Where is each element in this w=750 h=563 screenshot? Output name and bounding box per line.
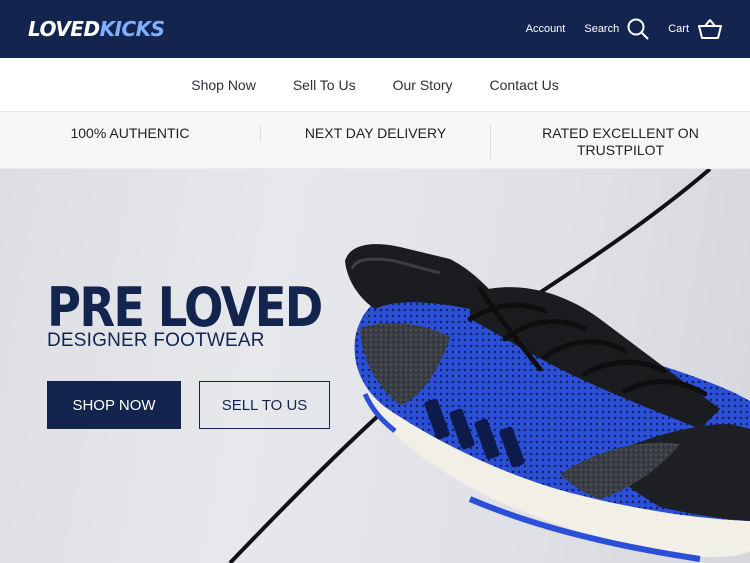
basket-icon (698, 19, 722, 39)
sell-to-us-button[interactable]: SELL TO US (199, 381, 330, 429)
search-link[interactable]: Search (584, 18, 649, 40)
hero-title: PRE LOVED (47, 276, 323, 339)
account-label: Account (525, 23, 566, 35)
hero-banner: PRE LOVED DESIGNER FOOTWEAR SHOP NOW SEL… (0, 169, 750, 563)
hero-buttons: SHOP NOW SELL TO US (47, 381, 330, 429)
hero-text: PRE LOVED DESIGNER FOOTWEAR (47, 281, 366, 351)
cart-link[interactable]: Cart (668, 18, 722, 40)
search-icon (627, 18, 649, 40)
main-navigation: Shop Now Sell To Us Our Story Contact Us (0, 58, 750, 112)
usp-trustpilot: RATED EXCELLENT ON TRUSTPILOT (490, 125, 750, 159)
logo-part-kicks: KICKS (99, 17, 166, 41)
shop-now-button[interactable]: SHOP NOW (47, 381, 181, 429)
cart-label: Cart (668, 23, 689, 35)
search-label: Search (584, 23, 620, 35)
nav-item-shop-now[interactable]: Shop Now (191, 77, 256, 93)
nav-item-sell-to-us[interactable]: Sell To Us (293, 77, 356, 93)
sneaker-image (228, 169, 750, 563)
usp-delivery: NEXT DAY DELIVERY (260, 125, 490, 142)
nav-item-contact-us[interactable]: Contact Us (490, 77, 559, 93)
site-logo[interactable]: LOVEDKICKS (28, 17, 165, 41)
nav-item-our-story[interactable]: Our Story (393, 77, 453, 93)
usp-authentic: 100% AUTHENTIC (70, 125, 190, 141)
account-link[interactable]: Account (526, 23, 566, 35)
logo-part-loved: LOVED (28, 17, 100, 41)
site-header: LOVEDKICKS Account Search Cart (0, 0, 750, 58)
header-actions: Account Search Cart (526, 18, 722, 40)
usp-bar: 100% AUTHENTIC NEXT DAY DELIVERY RATED E… (0, 112, 750, 169)
